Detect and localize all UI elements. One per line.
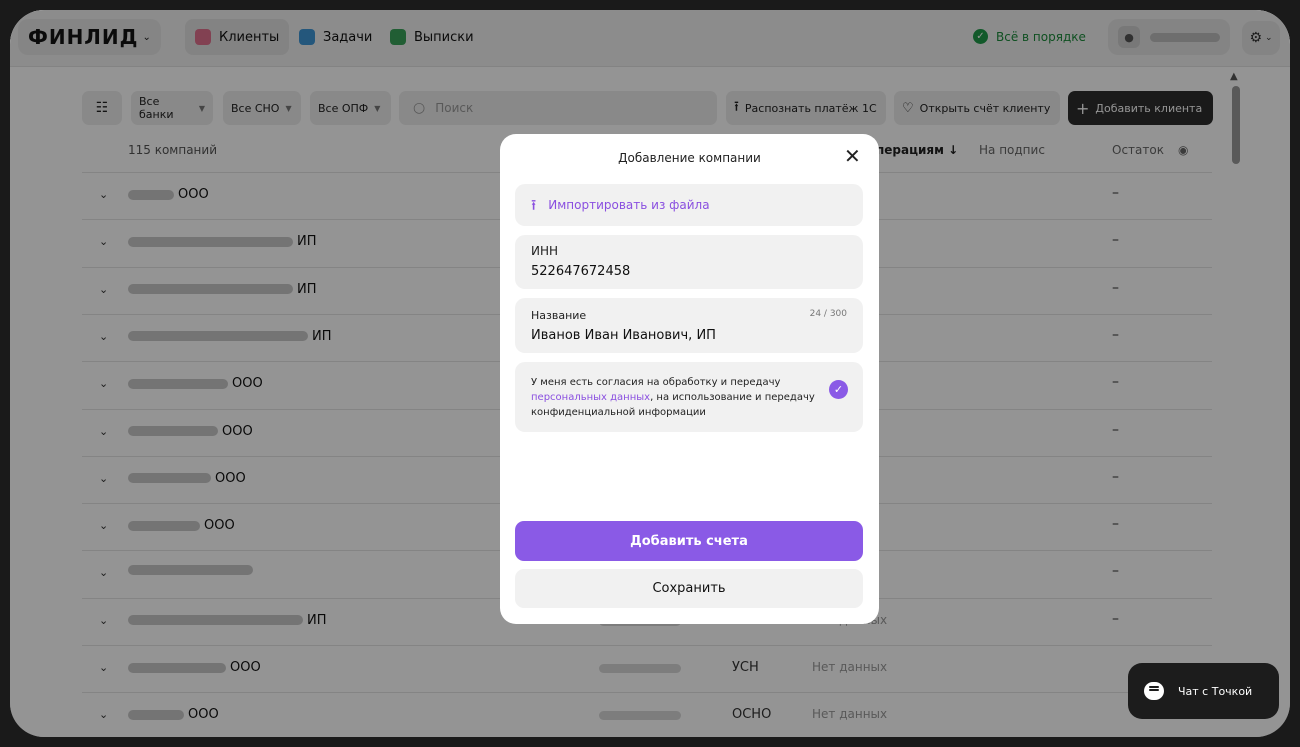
import-from-file-button[interactable]: ⭱ Импортировать из файла [515,184,863,226]
consent-text-pre: У меня есть согласия на обработку и пере… [531,377,781,388]
company-name-field[interactable]: Название 24 / 300 Иванов Иван Иванович, … [515,298,863,353]
consent-box: У меня есть согласия на обработку и пере… [515,362,863,432]
inn-field[interactable]: ИНН 522647672458 [515,235,863,289]
upload-icon: ⭱ [531,195,537,214]
chat-bubble-icon [1144,682,1164,700]
consent-text: У меня есть согласия на обработку и пере… [531,375,821,420]
consent-checkbox[interactable]: ✓ [829,380,848,399]
chat-label: Чат с Точкой [1178,684,1253,698]
add-company-modal: Добавление компании ✕ ⭱ Импортировать из… [500,134,879,624]
app-window: ФИНЛИД ⌄ Клиенты Задачи Выписки ✓ Всё в … [10,10,1290,737]
inn-value: 522647672458 [531,264,631,279]
save-button[interactable]: Сохранить [515,569,863,608]
import-label: Импортировать из файла [548,198,710,212]
chat-button[interactable]: Чат с Точкой [1128,663,1279,719]
company-name-value: Иванов Иван Иванович, ИП [531,328,716,343]
char-counter: 24 / 300 [809,309,847,319]
close-icon[interactable]: ✕ [844,146,861,166]
add-accounts-button[interactable]: Добавить счета [515,521,863,561]
inn-label: ИНН [531,244,559,258]
company-name-label: Название [531,309,587,322]
personal-data-link[interactable]: персональных данных [531,392,650,403]
modal-title: Добавление компании [618,151,761,165]
